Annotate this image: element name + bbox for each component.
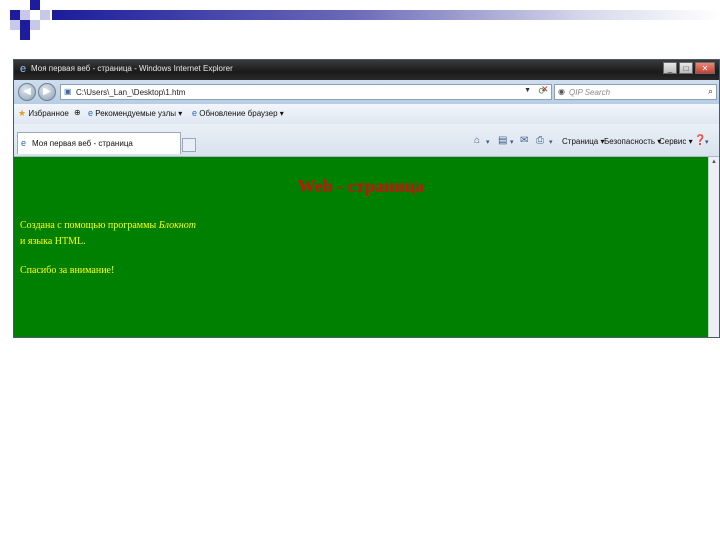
safety-menu[interactable]: Безопасность ▾ [604,137,661,146]
decor-square [20,10,30,20]
add-favorite-icon[interactable]: ⊕ [74,108,81,117]
feeds-dropdown-icon[interactable]: ▾ [510,138,514,146]
back-button[interactable]: ◀ [18,83,36,101]
decor-square [30,0,40,10]
page-menu-label: Страница [562,137,599,146]
page-heading: Web - страница [297,176,425,196]
decor-square [10,10,20,20]
print-icon[interactable]: ⎙ [536,135,544,146]
ie-icon: e [192,108,198,118]
scroll-up-icon[interactable]: ▲ [711,159,717,165]
mail-icon[interactable]: ✉ [520,135,528,146]
page-menu[interactable]: Страница ▾ [562,137,605,146]
suggested-sites-link[interactable]: e Рекомендуемые узлы ▾ [88,108,182,118]
address-bar[interactable]: ▣ C:\Users\_Lan_\Desktop\1.htm ▼ ⟳ [60,84,552,100]
maximize-button[interactable]: □ [679,62,693,74]
vertical-scrollbar[interactable]: ▲ [708,157,719,337]
tools-menu[interactable]: Сервис ▾ [659,137,693,146]
decor-bar [52,10,720,20]
slide-decoration [0,0,720,50]
page-text-prefix: Создана с помощью программы [20,220,159,231]
browser-window: e Моя первая веб - страница - Windows In… [13,59,720,338]
print-dropdown-icon[interactable]: ▾ [549,138,553,146]
new-tab-button[interactable] [182,138,196,152]
decor-square [20,20,30,30]
favorites-button[interactable]: ★ Избранное [18,108,69,119]
tab-row: e Моя первая веб - страница ⌂ ▾ ▤ ▾ ✉ ⎙ … [14,124,719,157]
decor-square [10,20,20,30]
page-text-line-3: Спасибо за внимание! [20,265,115,276]
update-browser-label: Обновление браузер [199,109,278,118]
home-icon[interactable]: ⌂ [474,135,480,146]
ie-icon: e [88,108,94,118]
page-text-line-1: Создана с помощью программы Блокнот [20,220,196,231]
home-dropdown-icon[interactable]: ▾ [486,138,490,146]
page-icon: ▣ [64,87,72,96]
ie-icon: e [21,138,27,148]
forward-button[interactable]: ▶ [38,83,56,101]
help-dropdown-icon[interactable]: ▾ [705,138,709,146]
window-title: Моя первая веб - страница - Windows Inte… [31,64,233,73]
tab-active[interactable]: e Моя первая веб - страница [17,132,181,154]
window-controls: _ □ ✕ [663,62,715,74]
ie-icon: e [19,63,27,75]
decor-square [30,20,40,30]
tab-label: Моя первая веб - страница [32,139,133,148]
stop-icon[interactable]: ✕ [541,84,549,95]
qip-logo-icon: ◉ [558,87,565,96]
decor-square [20,30,30,40]
address-text: C:\Users\_Lan_\Desktop\1.htm [76,88,186,97]
decor-square [40,10,50,20]
suggested-sites-label: Рекомендуемые узлы [95,109,177,118]
address-row: ◀ ▶ ▣ C:\Users\_Lan_\Desktop\1.htm ▼ ⟳ ✕… [14,80,719,104]
page-text-italic: Блокнот [158,220,196,231]
favorites-bar: ★ Избранное ⊕ e Рекомендуемые узлы ▾ e О… [14,104,719,125]
update-browser-link[interactable]: e Обновление браузер ▾ [192,108,284,118]
dropdown-arrow-icon[interactable]: ▼ [524,87,531,94]
minimize-button[interactable]: _ [663,62,677,74]
star-icon: ★ [18,108,27,118]
close-button[interactable]: ✕ [695,62,715,74]
search-input[interactable]: ◉ QIP Search ⌕ [554,84,717,100]
search-placeholder: QIP Search [569,88,611,97]
feeds-icon[interactable]: ▤ [498,135,507,146]
favorites-label: Избранное [28,109,69,118]
tools-menu-label: Сервис [659,137,687,146]
search-icon[interactable]: ⌕ [708,86,713,97]
web-page-content: Web - страница Создана с помощью програм… [14,157,708,337]
safety-menu-label: Безопасность [604,137,656,146]
page-text-line-2: и языка HTML. [20,236,86,247]
title-bar: e Моя первая веб - страница - Windows In… [14,60,719,80]
